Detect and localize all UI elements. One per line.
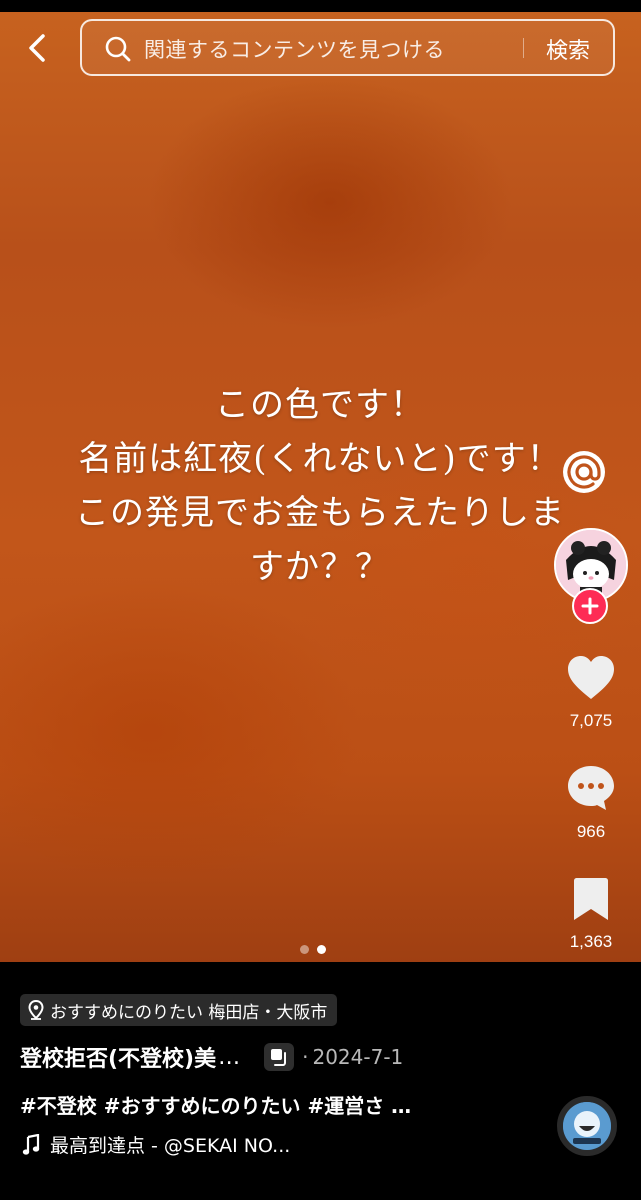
music-disc-image: [563, 1102, 611, 1150]
caption-line: この色です！: [215, 385, 425, 425]
status-bar-strip: [0, 0, 641, 12]
music-title: 最高到達点 - @SEKAI NO...: [50, 1135, 291, 1157]
save-count: 1,363: [569, 932, 613, 951]
bookmark-icon: [574, 878, 608, 920]
comment-button[interactable]: 966: [546, 764, 636, 842]
caption-line: 名前は紅夜(くれないと)です！: [78, 439, 562, 479]
carousel-dot-active[interactable]: [317, 945, 326, 954]
search-input[interactable]: 関連するコンテンツを見つける: [144, 34, 445, 64]
post-date: 2024-7-1: [312, 1045, 404, 1069]
follow-button[interactable]: [572, 588, 608, 624]
caption-line: この発見でお金もらえたりしま: [75, 493, 565, 533]
like-count: 7,075: [569, 711, 613, 730]
back-chevron-icon: [29, 34, 45, 62]
post-title[interactable]: 登校拒否(不登校)美: [20, 1041, 216, 1073]
heart-icon: [568, 656, 614, 699]
music-disc-avatar[interactable]: [557, 1096, 617, 1156]
post-title-row: 登校拒否(不登校)美 … · 2024-7-1: [20, 1040, 403, 1074]
back-button[interactable]: [20, 30, 54, 66]
plus-icon: [581, 597, 599, 615]
music-info[interactable]: 最高到達点 - @SEKAI NO...: [22, 1131, 290, 1158]
location-pin-icon: [28, 1000, 44, 1020]
date-separator: ·: [302, 1045, 309, 1069]
mention-icon: [563, 451, 605, 493]
like-button[interactable]: 7,075: [546, 655, 636, 731]
search-icon: [105, 36, 131, 62]
music-note-icon: [22, 1133, 40, 1155]
mention-button[interactable]: [557, 445, 611, 499]
caption-line: すか？？: [250, 547, 390, 587]
carousel-indicator: [300, 945, 326, 954]
hashtags-text[interactable]: #不登校 #おすすめにのりたい #運営さ …: [20, 1094, 411, 1118]
title-ellipsis[interactable]: …: [218, 1045, 240, 1070]
location-label: おすすめにのりたい 梅田店・大阪市: [50, 1002, 328, 1023]
carousel-dot[interactable]: [300, 945, 309, 954]
location-tag[interactable]: おすすめにのりたい 梅田店・大阪市: [20, 994, 338, 1026]
video-caption-text: この色です！ 名前は紅夜(くれないと)です！ この発見でお金もらえたりしま すか…: [40, 378, 600, 594]
comment-icon: [568, 766, 614, 810]
copy-icon: [271, 1049, 287, 1066]
copy-button[interactable]: [264, 1043, 295, 1071]
search-button[interactable]: 検索: [546, 33, 590, 65]
hashtag-list: #不登校 #おすすめにのりたい #運営さ …: [20, 1090, 411, 1119]
search-bar[interactable]: 関連するコンテンツを見つける 検索: [80, 19, 615, 76]
search-divider: [523, 38, 524, 58]
comment-count: 966: [576, 822, 606, 841]
save-button[interactable]: 1,363: [546, 876, 636, 952]
